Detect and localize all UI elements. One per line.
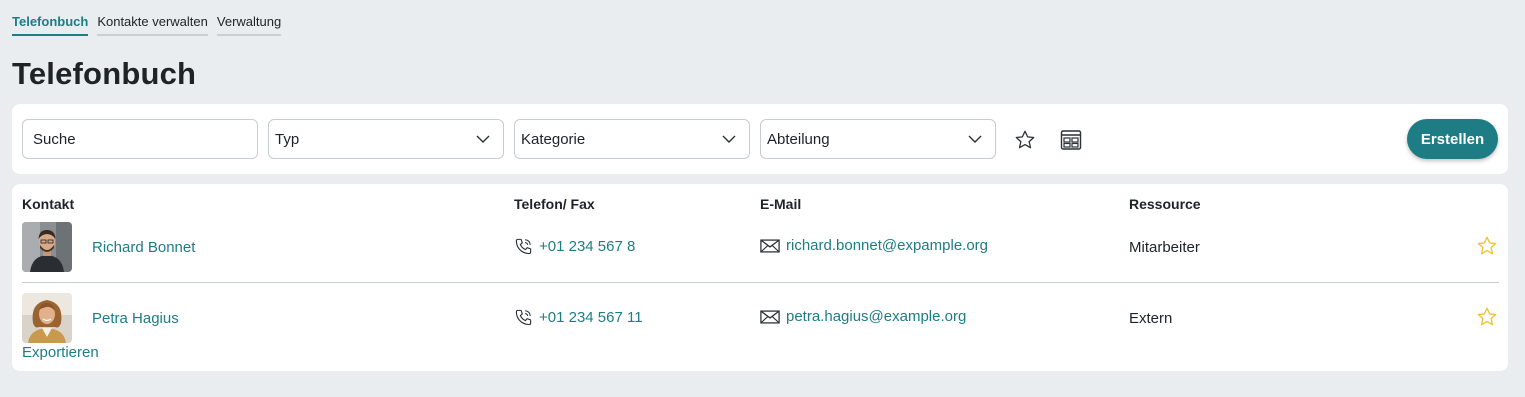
email-address: petra.hagius@example.org [786, 308, 967, 325]
header-email: E-Mail [760, 196, 802, 212]
export-link[interactable]: Exportieren [22, 344, 99, 361]
tab-kontakte-verwalten[interactable]: Kontakte verwalten [97, 13, 208, 36]
category-select-label: Kategorie [521, 130, 586, 148]
star-favorite-icon[interactable] [1476, 235, 1498, 257]
layout-toggle-button[interactable] [1059, 128, 1083, 152]
table-row: Richard Bonnet +01 234 567 8 richard.bon… [12, 221, 1508, 281]
chevron-down-icon [476, 135, 490, 143]
email-link[interactable]: richard.bonnet@expample.org [760, 237, 988, 254]
phone-icon [515, 238, 532, 255]
phone-number: +01 234 567 11 [539, 309, 643, 326]
table-row: Petra Hagius +01 234 567 11 petra.hagius… [12, 292, 1508, 352]
filter-bar: Typ Kategorie Abteilung Erstellen [12, 104, 1508, 174]
search-input[interactable] [22, 119, 258, 159]
department-select-label: Abteilung [767, 130, 830, 148]
star-outline-icon [1015, 130, 1035, 149]
contact-name[interactable]: Petra Hagius [92, 310, 179, 327]
phone-icon [515, 309, 532, 326]
email-address: richard.bonnet@expample.org [786, 237, 989, 254]
create-button[interactable]: Erstellen [1407, 119, 1498, 159]
grid-layout-icon [1060, 130, 1082, 150]
tab-bar: Telefonbuch Kontakte verwalten Verwaltun… [12, 13, 282, 36]
resource-value: Extern [1129, 310, 1173, 327]
phone-number: +01 234 567 8 [539, 238, 636, 255]
type-select-label: Typ [275, 130, 300, 148]
category-select[interactable]: Kategorie [514, 119, 750, 159]
tab-verwaltung[interactable]: Verwaltung [216, 13, 282, 36]
email-link[interactable]: petra.hagius@example.org [760, 308, 966, 325]
favorites-filter-button[interactable] [1013, 128, 1037, 152]
chevron-down-icon [968, 135, 982, 143]
mail-icon [760, 238, 780, 253]
resource-value: Mitarbeiter [1129, 239, 1200, 256]
contacts-table: Kontakt Telefon/ Fax E-Mail Ressource Ri… [12, 184, 1508, 371]
phone-link[interactable]: +01 234 567 11 [514, 308, 643, 327]
header-resource: Ressource [1129, 196, 1201, 212]
avatar [22, 293, 72, 343]
page-title: Telefonbuch [12, 56, 197, 91]
mail-icon [760, 309, 780, 324]
department-select[interactable]: Abteilung [760, 119, 996, 159]
tab-telefonbuch[interactable]: Telefonbuch [12, 13, 89, 36]
phone-link[interactable]: +01 234 567 8 [514, 237, 635, 256]
chevron-down-icon [722, 135, 736, 143]
row-divider [22, 282, 1499, 283]
star-favorite-icon[interactable] [1476, 306, 1498, 328]
header-phone: Telefon/ Fax [514, 196, 595, 212]
type-select[interactable]: Typ [268, 119, 504, 159]
header-contact: Kontakt [22, 196, 75, 212]
avatar [22, 222, 72, 272]
contact-name[interactable]: Richard Bonnet [92, 239, 195, 256]
